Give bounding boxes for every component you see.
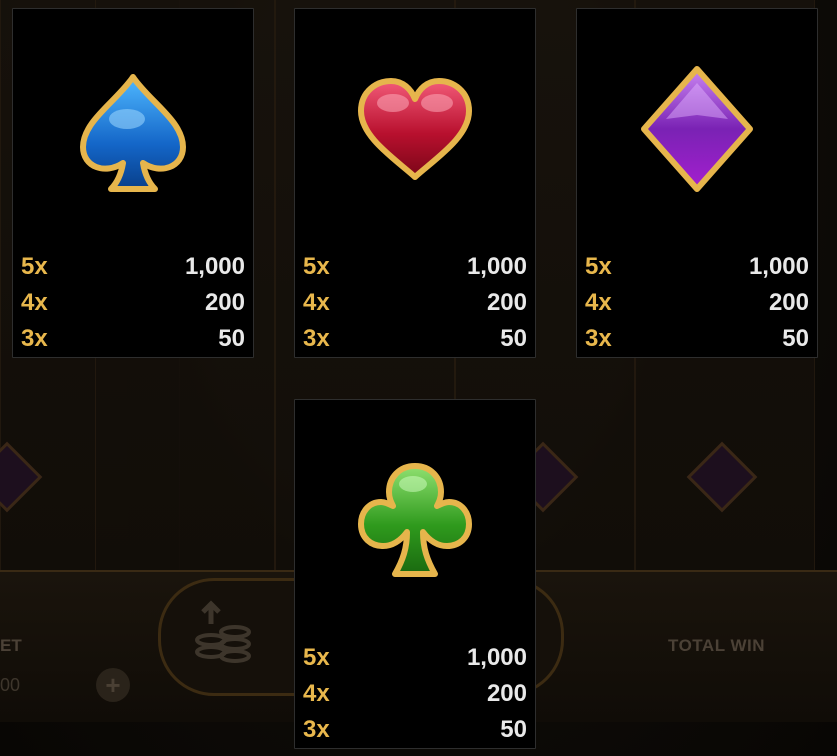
paytable-card-spade: 5x 1,000 4x 200 3x 50	[12, 8, 254, 358]
payout-row: 3x 50	[585, 324, 809, 354]
payout-row: 3x 50	[303, 324, 527, 354]
multiplier: 3x	[303, 716, 330, 743]
paytable-card-heart: 5x 1,000 4x 200 3x 50	[294, 8, 536, 358]
heart-icon	[355, 75, 475, 188]
club-icon	[357, 460, 473, 585]
payout-value: 1,000	[184, 253, 245, 280]
payout-value: 200	[768, 289, 809, 316]
payout-row: 5x 1,000	[303, 643, 527, 673]
increase-bet-button[interactable]: +	[96, 668, 130, 702]
multiplier: 5x	[21, 253, 48, 280]
multiplier: 4x	[21, 289, 48, 316]
coins-stack-icon[interactable]	[195, 600, 251, 666]
diamond-icon	[638, 65, 756, 198]
payout-row: 3x 50	[21, 324, 245, 354]
bet-label: ET	[0, 636, 22, 655]
total-win-label: TOTAL WIN	[668, 636, 766, 655]
multiplier: 5x	[585, 253, 612, 280]
multiplier: 3x	[21, 325, 48, 352]
payout-row: 4x 200	[21, 288, 245, 318]
payout-value: 200	[486, 289, 527, 316]
payout-value: 1,000	[466, 644, 527, 671]
payout-value: 1,000	[748, 253, 809, 280]
payout-value: 200	[486, 680, 527, 707]
payout-row: 4x 200	[585, 288, 809, 318]
multiplier: 3x	[303, 325, 330, 352]
multiplier: 3x	[585, 325, 612, 352]
multiplier: 5x	[303, 253, 330, 280]
spade-icon	[73, 71, 193, 202]
paytable-card-diamond: 5x 1,000 4x 200 3x 50	[576, 8, 818, 358]
bet-value: 00	[0, 675, 21, 695]
payout-value: 50	[500, 325, 527, 352]
payout-row: 4x 200	[303, 679, 527, 709]
payout-row: 5x 1,000	[21, 252, 245, 282]
payout-value: 50	[782, 325, 809, 352]
payout-value: 1,000	[466, 253, 527, 280]
multiplier: 4x	[303, 680, 330, 707]
payout-row: 5x 1,000	[585, 252, 809, 282]
multiplier: 5x	[303, 644, 330, 671]
payout-value: 50	[218, 325, 245, 352]
payout-row: 3x 50	[303, 715, 527, 745]
paytable-card-club: 5x 1,000 4x 200 3x 50	[294, 399, 536, 749]
payout-row: 5x 1,000	[303, 252, 527, 282]
multiplier: 4x	[585, 289, 612, 316]
payout-value: 200	[204, 289, 245, 316]
multiplier: 4x	[303, 289, 330, 316]
payout-value: 50	[500, 716, 527, 743]
payout-row: 4x 200	[303, 288, 527, 318]
